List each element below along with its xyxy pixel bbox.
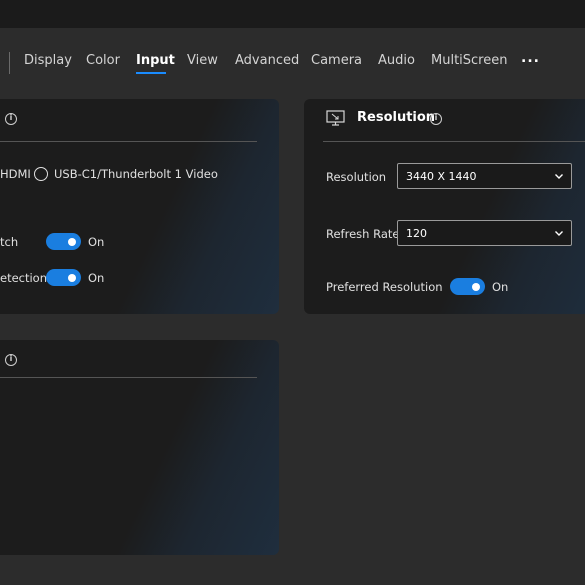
chevron-down-icon: [555, 174, 563, 179]
info-icon[interactable]: [5, 354, 17, 366]
preferred-resolution-label: Preferred Resolution: [326, 280, 443, 294]
active-tab-indicator: [136, 72, 166, 74]
usbc-option-label: USB-C1/Thunderbolt 1 Video: [54, 167, 218, 181]
hdmi-option-label: HDMI: [0, 167, 31, 181]
resolution-title: Resolution: [357, 110, 436, 125]
toggle-state-label: On: [88, 235, 105, 249]
tab-input[interactable]: Input: [136, 52, 175, 70]
refresh-rate-label: Refresh Rate: [326, 227, 400, 241]
secondary-panel: [0, 340, 279, 555]
resolution-label: Resolution: [326, 170, 387, 184]
preferred-resolution-toggle[interactable]: [450, 278, 485, 295]
resolution-dropdown[interactable]: 3440 X 1440: [397, 163, 572, 189]
refresh-rate-value: 120: [406, 227, 427, 240]
toggle-state-label: On: [492, 280, 509, 294]
more-tabs-button[interactable]: ...: [521, 50, 540, 66]
tab-color[interactable]: Color: [86, 52, 120, 70]
nav-divider: [9, 52, 10, 74]
info-icon[interactable]: [430, 113, 442, 125]
resolution-value: 3440 X 1440: [406, 170, 477, 183]
tab-multiscreen[interactable]: MultiScreen: [431, 52, 507, 70]
usbc-radio-button[interactable]: [34, 167, 48, 181]
tab-audio[interactable]: Audio: [378, 52, 415, 70]
panel-divider: [323, 141, 585, 142]
setting-label: tch: [0, 235, 19, 249]
setting-label: etection: [0, 271, 48, 285]
panel-divider: [0, 377, 257, 378]
panel-divider: [0, 141, 257, 142]
tab-view[interactable]: View: [187, 52, 218, 70]
refresh-rate-dropdown[interactable]: 120: [397, 220, 572, 246]
info-icon[interactable]: [5, 113, 17, 125]
tab-display[interactable]: Display: [24, 52, 72, 70]
tab-advanced[interactable]: Advanced: [235, 52, 299, 70]
tab-camera[interactable]: Camera: [311, 52, 362, 70]
monitor-icon: [326, 110, 345, 126]
auto-switch-toggle[interactable]: [46, 233, 81, 250]
chevron-down-icon: [555, 231, 563, 236]
title-bar: [0, 0, 585, 28]
detection-toggle[interactable]: [46, 269, 81, 286]
toggle-state-label: On: [88, 271, 105, 285]
